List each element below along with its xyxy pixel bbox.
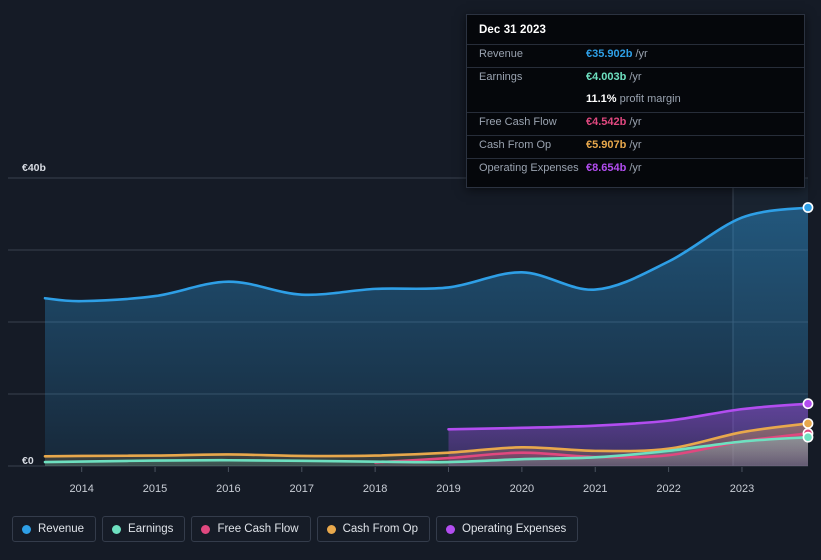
x-tick-label: 2015 (143, 483, 167, 495)
legend-item-label: Cash From Op (342, 523, 419, 535)
x-tick-label: 2016 (216, 483, 240, 495)
end-marker-revenue[interactable] (802, 202, 814, 213)
legend-item-free-cash-flow[interactable]: Free Cash Flow (191, 516, 311, 542)
legend-item-label: Earnings (128, 523, 174, 535)
tooltip-row-label: Free Cash Flow (479, 116, 557, 128)
legend-color-dot-icon (446, 524, 456, 534)
tooltip-row-label: Cash From Op (479, 139, 552, 151)
x-tick-label: 2019 (436, 483, 460, 495)
x-tick-label: 2018 (363, 483, 387, 495)
profit-margin-label: profit margin (619, 93, 681, 105)
legend-item-label: Revenue (38, 523, 85, 535)
tooltip-row-unit: /yr (635, 48, 648, 60)
legend-item-label: Operating Expenses (462, 523, 567, 535)
x-tick-label: 2014 (69, 483, 93, 495)
chart-legend[interactable]: Revenue Earnings Free Cash Flow Cash From O… (12, 516, 579, 542)
x-tick-label: 2021 (583, 483, 607, 495)
tooltip-row: Free Cash Flow €4.542b/yr (467, 112, 804, 135)
tooltip-row: Cash From Op €5.907b/yr (467, 135, 804, 158)
x-tick-label: 2023 (730, 483, 754, 495)
legend-item-label: Free Cash Flow (217, 523, 299, 535)
tooltip-date: Dec 31 2023 (479, 24, 546, 36)
tooltip-profit-margin-row: 11.1% profit margin (467, 90, 804, 112)
x-tick-label: 2022 (656, 483, 680, 495)
tooltip-row-value: €4.003b (586, 71, 627, 83)
financial-chart: 2014 2015 2016 2017 2018 2019 2020 2021 2022 2023… (0, 0, 821, 560)
tooltip-row-unit: /yr (629, 139, 642, 151)
legend-item-operating-expenses[interactable]: Operating Expenses (436, 516, 579, 542)
legend-item-earnings[interactable]: Earnings (102, 516, 186, 542)
legend-color-dot-icon (112, 524, 122, 534)
tooltip-row-label: Operating Expenses (479, 162, 579, 174)
tooltip-row-unit: /yr (629, 116, 642, 128)
legend-color-dot-icon (326, 524, 336, 534)
tooltip-row-value: €4.542b (586, 116, 627, 128)
end-marker-operating-expenses[interactable] (802, 398, 814, 410)
tooltip-row-unit: /yr (629, 71, 642, 83)
legend-item-revenue[interactable]: Revenue (12, 516, 97, 542)
tooltip-row-label: Earnings (479, 71, 523, 83)
data-tooltip: Dec 31 2023 Revenue €35.902b/yr Earnings €4… (466, 14, 805, 188)
tooltip-row-label: Revenue (479, 48, 524, 60)
tooltip-row-unit: /yr (629, 162, 642, 174)
end-marker-cash-from-op[interactable] (802, 418, 814, 429)
y-axis-label: €40b (22, 162, 46, 174)
tooltip-row-value: €8.654b (586, 162, 627, 174)
y-axis-label: €0 (22, 455, 34, 467)
x-tick-label: 2020 (510, 483, 534, 495)
end-marker-earnings[interactable] (802, 431, 814, 443)
legend-item-cash-from-op[interactable]: Cash From Op (316, 516, 431, 542)
tooltip-row-value: €35.902b (586, 48, 633, 60)
legend-color-dot-icon (22, 524, 31, 534)
tooltip-rows: Revenue €35.902b/yr Earnings €4.003b/yr 11.1… (467, 44, 804, 181)
tooltip-row: Revenue €35.902b/yr (467, 44, 804, 67)
tooltip-row: Operating Expenses €8.654b/yr (467, 158, 804, 181)
tooltip-row: Earnings €4.003b/yr (467, 67, 804, 90)
legend-color-dot-icon (201, 524, 211, 534)
x-tick-label: 2017 (290, 483, 314, 495)
profit-margin-value: 11.1% (586, 93, 617, 105)
tooltip-row-value: €5.907b (586, 139, 627, 151)
